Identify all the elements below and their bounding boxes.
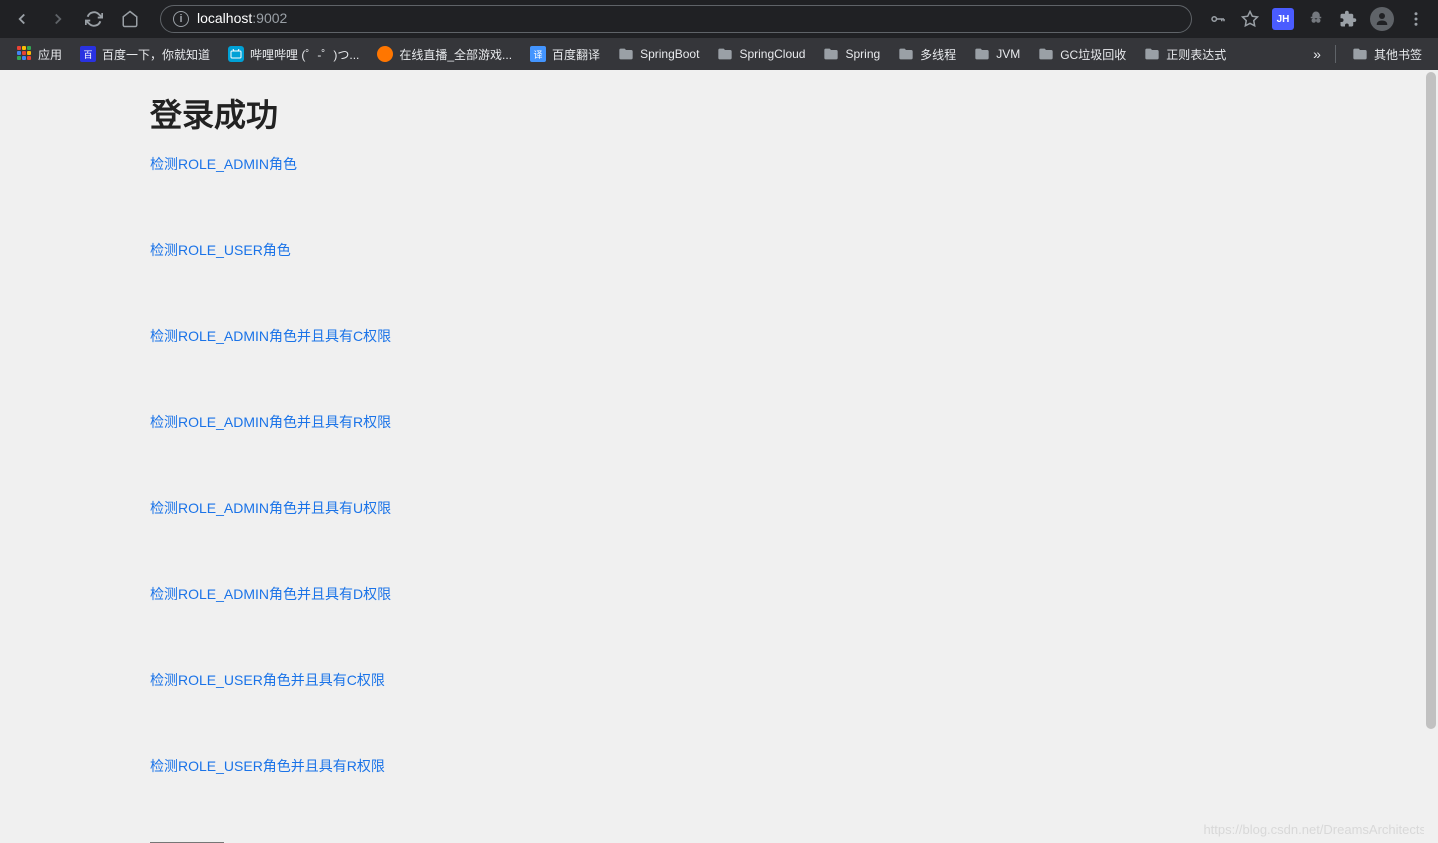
bookmark-label: 百度翻译 (552, 46, 600, 63)
bookmark-spring[interactable]: Spring (815, 42, 888, 66)
huya-icon (377, 46, 393, 62)
folder-icon (1038, 46, 1054, 62)
star-icon[interactable] (1240, 9, 1260, 29)
key-icon[interactable] (1208, 9, 1228, 29)
home-button[interactable] (116, 5, 144, 33)
link-role-admin-u[interactable]: 检测ROLE_ADMIN角色并且具有U权限 (150, 498, 1288, 518)
site-info-icon[interactable]: i (173, 11, 189, 27)
address-bar[interactable]: i localhost:9002 (160, 5, 1192, 33)
bookmarks-overflow-icon[interactable]: » (1307, 44, 1327, 64)
extension-badge[interactable]: JH (1272, 8, 1294, 30)
folder-icon (898, 46, 914, 62)
extensions-icon[interactable] (1338, 9, 1358, 29)
bookmark-gc[interactable]: GC垃圾回收 (1030, 42, 1134, 67)
bookmark-label: 多线程 (920, 46, 956, 63)
user-avatar[interactable] (1370, 7, 1394, 31)
bookmark-huya[interactable]: 在线直播_全部游戏... (369, 42, 520, 67)
folder-icon (823, 46, 839, 62)
menu-icon[interactable] (1406, 9, 1426, 29)
bookmark-label: 百度一下，你就知道 (102, 46, 210, 63)
folder-icon (618, 46, 634, 62)
bookmark-label: JVM (996, 47, 1020, 61)
folder-icon (1144, 46, 1160, 62)
bookmark-label: 正则表达式 (1166, 46, 1226, 63)
bookmark-springcloud[interactable]: SpringCloud (709, 42, 813, 66)
forward-button[interactable] (44, 5, 72, 33)
link-role-user[interactable]: 检测ROLE_USER角色 (150, 240, 1288, 260)
page-title: 登录成功 (150, 90, 1288, 136)
back-button[interactable] (8, 5, 36, 33)
baidu-icon: 百 (80, 46, 96, 62)
bookmark-label: 哔哩哔哩 (゜-゜)つ... (250, 46, 359, 63)
incognito-icon[interactable] (1306, 9, 1326, 29)
page-content: 登录成功 检测ROLE_ADMIN角色 检测ROLE_USER角色 检测ROLE… (0, 70, 1438, 843)
bookmark-regex[interactable]: 正则表达式 (1136, 42, 1234, 67)
browser-toolbar: i localhost:9002 JH (0, 0, 1438, 38)
folder-icon (717, 46, 733, 62)
bookmark-fanyi[interactable]: 译 百度翻译 (522, 42, 608, 67)
fanyi-icon: 译 (530, 46, 546, 62)
folder-icon (974, 46, 990, 62)
link-role-admin[interactable]: 检测ROLE_ADMIN角色 (150, 154, 1288, 174)
link-role-admin-r[interactable]: 检测ROLE_ADMIN角色并且具有R权限 (150, 412, 1288, 432)
bookmark-label: GC垃圾回收 (1060, 46, 1126, 63)
bilibili-icon (228, 46, 244, 62)
browser-chrome: i localhost:9002 JH (0, 0, 1438, 70)
bookmark-springboot[interactable]: SpringBoot (610, 42, 707, 66)
link-role-user-r[interactable]: 检测ROLE_USER角色并且具有R权限 (150, 756, 1288, 776)
bookmark-label: 在线直播_全部游戏... (399, 46, 512, 63)
divider (1335, 45, 1336, 63)
scrollbar-thumb[interactable] (1426, 72, 1436, 729)
bookmark-multithread[interactable]: 多线程 (890, 42, 964, 67)
link-role-user-c[interactable]: 检测ROLE_USER角色并且具有C权限 (150, 670, 1288, 690)
url-text: localhost:9002 (197, 10, 287, 28)
apps-icon (16, 46, 32, 62)
toolbar-right: JH (1208, 7, 1430, 31)
link-role-admin-c[interactable]: 检测ROLE_ADMIN角色并且具有C权限 (150, 326, 1288, 346)
scrollbar[interactable] (1424, 70, 1438, 843)
other-bookmarks-label: 其他书签 (1374, 46, 1422, 63)
bookmark-baidu[interactable]: 百 百度一下，你就知道 (72, 42, 218, 67)
folder-icon (1352, 46, 1368, 62)
bookmark-bilibili[interactable]: 哔哩哔哩 (゜-゜)つ... (220, 42, 367, 67)
bookmark-label: Spring (845, 47, 880, 61)
watermark: https://blog.csdn.net/DreamsArchitects (1203, 822, 1426, 837)
apps-label: 应用 (38, 46, 62, 63)
link-role-admin-d[interactable]: 检测ROLE_ADMIN角色并且具有D权限 (150, 584, 1288, 604)
bookmark-label: SpringCloud (739, 47, 805, 61)
reload-button[interactable] (80, 5, 108, 33)
bookmarks-bar: 应用 百 百度一下，你就知道 哔哩哔哩 (゜-゜)つ... 在线直播_全部游戏.… (0, 38, 1438, 70)
bookmark-label: SpringBoot (640, 47, 699, 61)
other-bookmarks[interactable]: 其他书签 (1344, 42, 1430, 67)
apps-shortcut[interactable]: 应用 (8, 42, 70, 67)
bookmark-jvm[interactable]: JVM (966, 42, 1028, 66)
